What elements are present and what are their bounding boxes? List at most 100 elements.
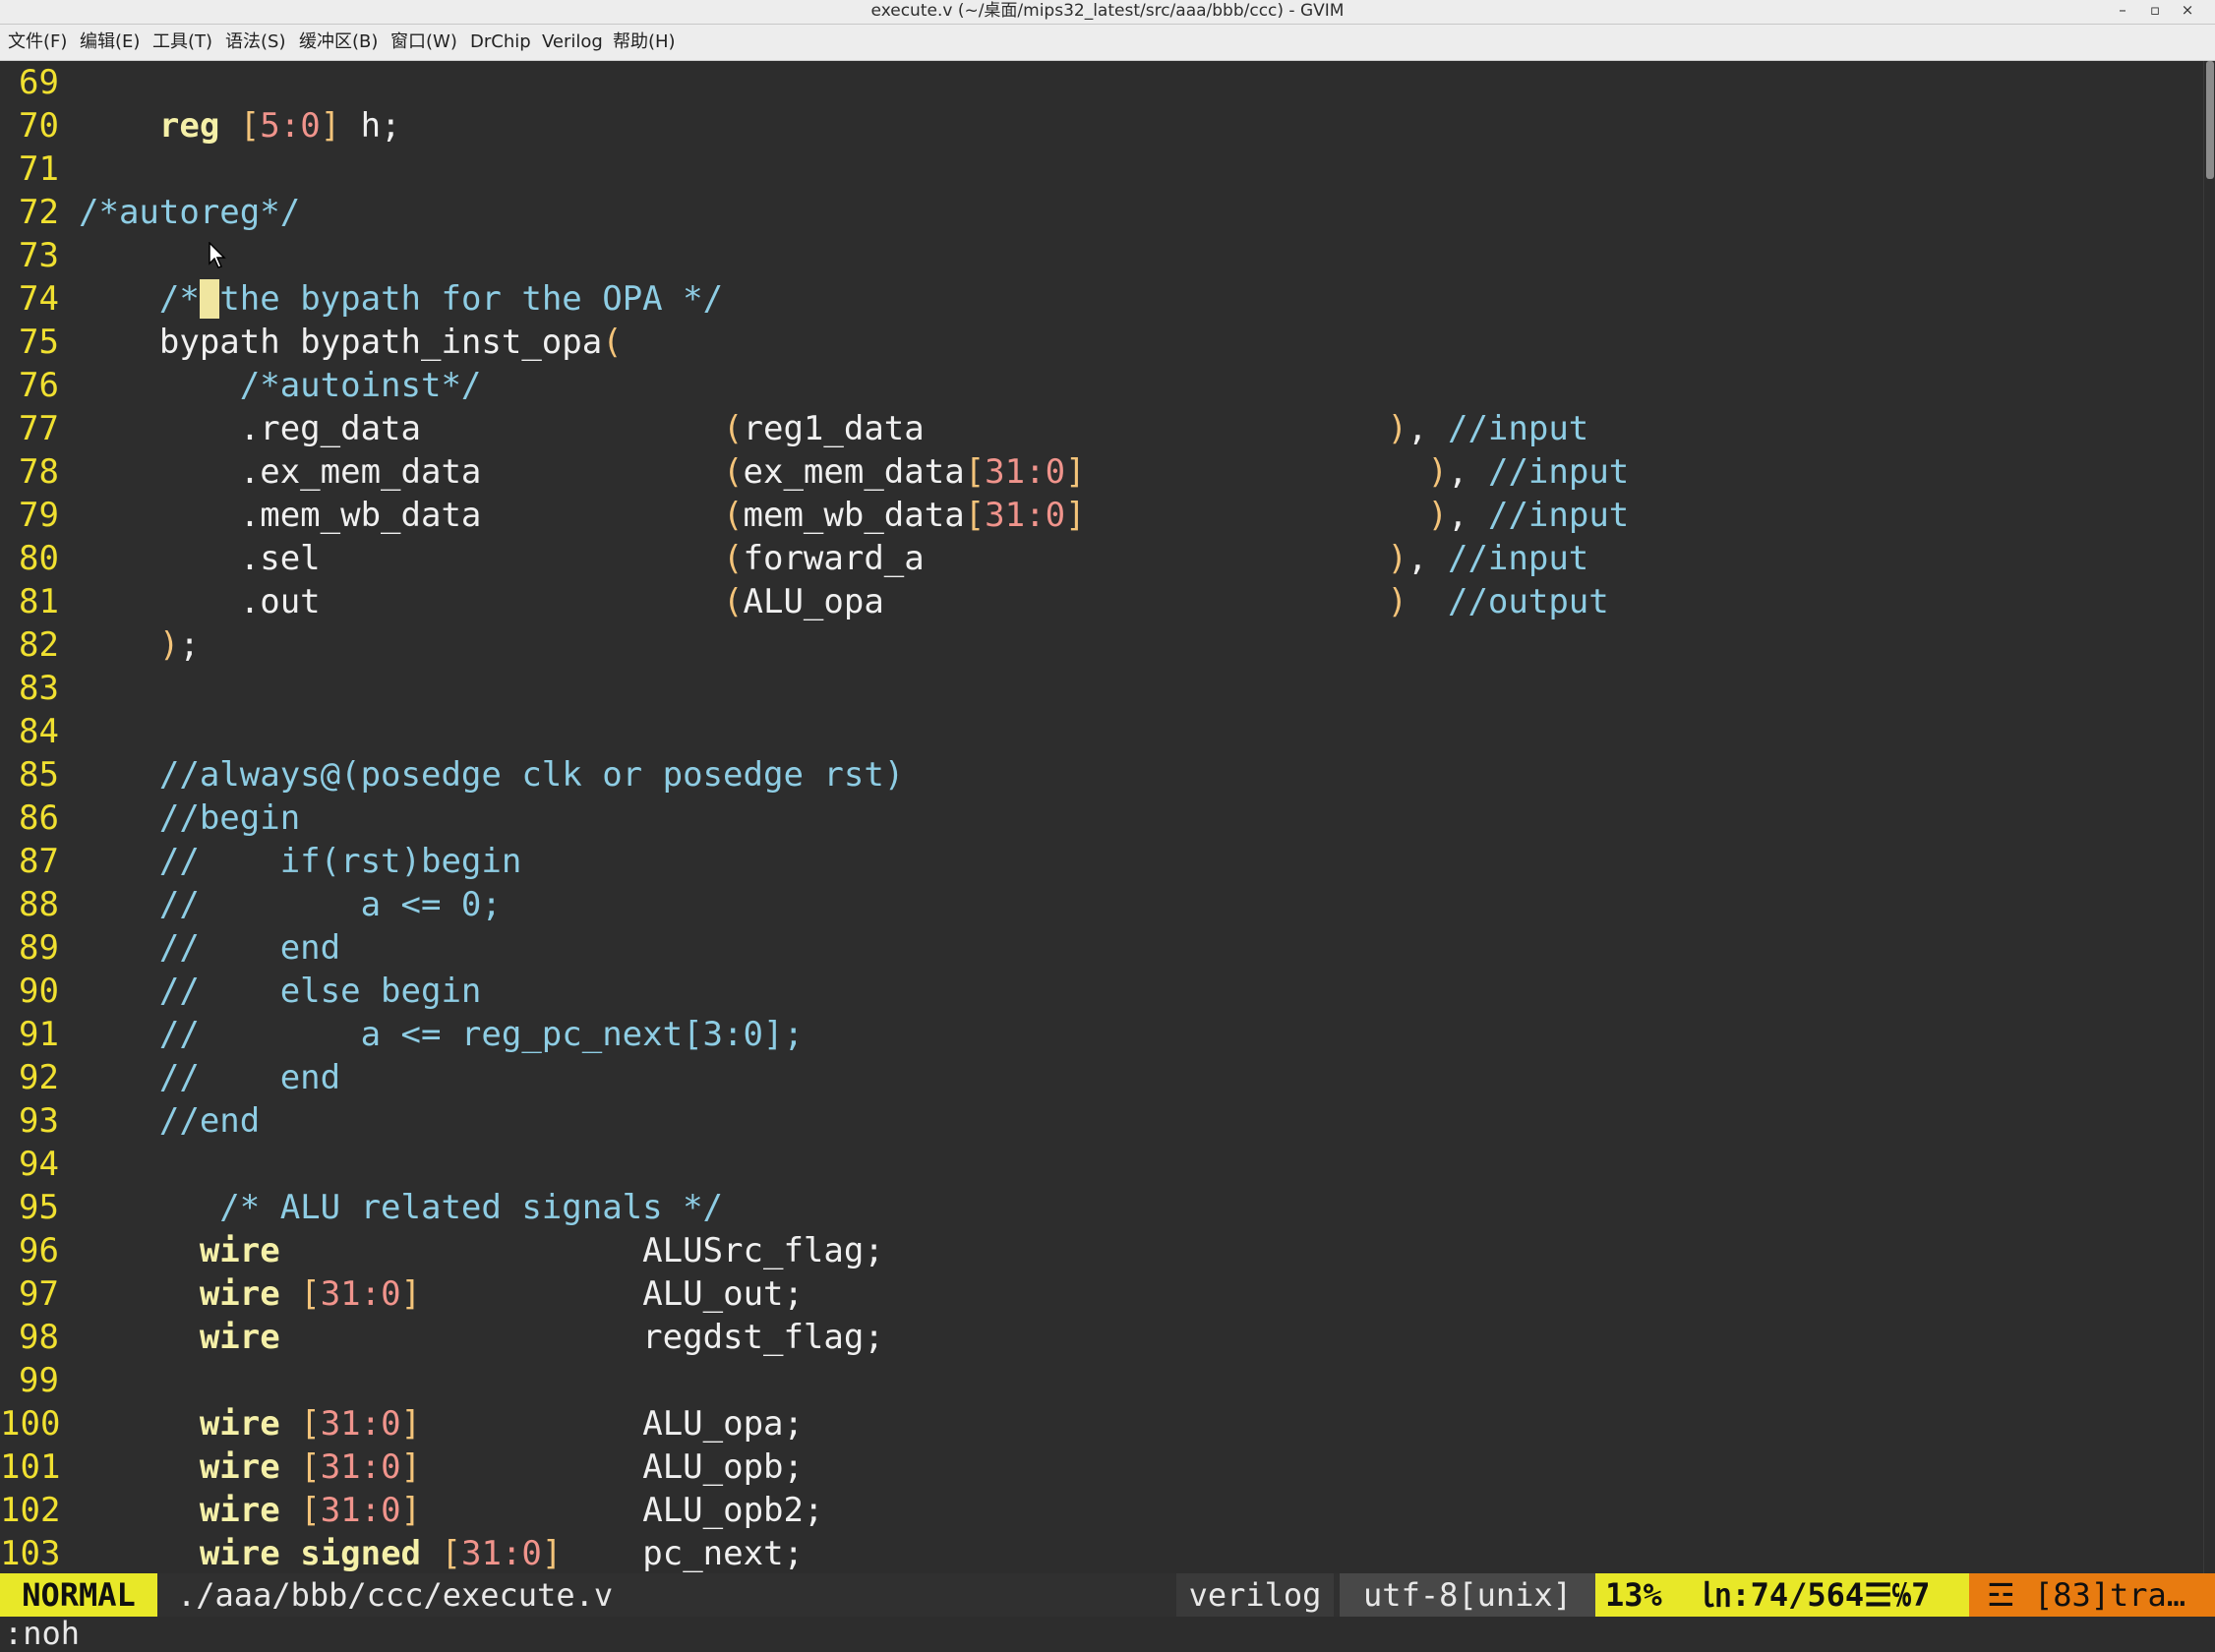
line-number: 98 [19, 1318, 59, 1357]
code-token: ALUSrc_flag; [279, 1231, 884, 1270]
code-token: reg1_data [743, 409, 1388, 448]
line-number: 96 [19, 1231, 59, 1270]
code-token: ] [400, 1447, 422, 1487]
status-line: NORMAL ./aaa/bbb/ccc/execute.v verilog u… [0, 1573, 2215, 1617]
file-path: ./aaa/bbb/ccc/execute.v [177, 1576, 614, 1614]
close-button[interactable]: × [2174, 0, 2201, 22]
code-token: pc_next; [562, 1534, 805, 1573]
menu-help[interactable]: 帮助(H) [613, 25, 676, 60]
code-token: /* ALU related signals */ [79, 1188, 724, 1227]
code-text: .ex_mem_data (ex_mem_data[31:0] ), //inp… [79, 450, 1630, 494]
menu-drchip[interactable]: DrChip [470, 25, 531, 60]
code-token: ALU_opa; [421, 1404, 804, 1444]
code-token: //begin [79, 798, 301, 838]
code-token: ( [723, 539, 744, 578]
minimize-button[interactable]: – [2109, 0, 2136, 22]
code-token: ( [723, 409, 744, 448]
code-token: ALU_opa [743, 582, 1388, 621]
code-text: wire [31:0] ALU_opb2; [79, 1489, 824, 1532]
code-token: ] [400, 1491, 422, 1530]
code-token: wire [199, 1404, 280, 1444]
code-token: //input [1487, 452, 1630, 492]
line-number: 81 [19, 582, 59, 621]
code-token: mem_wb_data [743, 496, 965, 535]
menu-window[interactable]: 窗口(W) [390, 25, 457, 60]
code-text: reg [5:0] h; [79, 104, 401, 148]
code-text: .reg_data (reg1_data ), //input [79, 407, 1589, 450]
code-token: /*autoinst*/ [79, 366, 482, 405]
code-token: , [1407, 409, 1448, 448]
code-token: ) [158, 625, 180, 665]
code-token: 31:0 [985, 452, 1066, 492]
code-token: .sel [79, 539, 724, 578]
code-token: [ [300, 1491, 321, 1530]
code-text: wire [31:0] ALU_out; [79, 1272, 804, 1316]
command-line[interactable]: :noh [0, 1617, 2215, 1651]
line-number: 99 [19, 1361, 59, 1400]
vertical-scrollbar[interactable] [2203, 61, 2215, 1573]
line-number: 80 [19, 539, 59, 578]
code-text: .out (ALU_opa ) //output [79, 580, 1609, 623]
editor-text-area[interactable]: 69 70 reg [5:0] h; 71 72 /*autoreg*/ 73 74 /* … [0, 61, 2203, 1573]
code-text: wire signed [31:0] pc_next; [79, 1532, 804, 1573]
code-text: /*autoreg*/ [79, 191, 300, 234]
code-token: ex_mem_data [743, 452, 965, 492]
scrollbar-thumb[interactable] [2206, 61, 2214, 179]
cursor-position: 13% ㏑:74/564☰℅7 [1595, 1573, 1969, 1617]
code-token: ) [1427, 496, 1449, 535]
code-text: wire [31:0] ALU_opb; [79, 1446, 804, 1489]
menu-verilog[interactable]: Verilog [542, 25, 603, 60]
code-text: .mem_wb_data (mem_wb_data[31:0] ), //inp… [79, 494, 1630, 537]
menu-edit[interactable]: 编辑(E) [80, 25, 140, 60]
window-title: execute.v (~/桌面/mips32_latest/src/aaa/bb… [870, 1, 1345, 21]
line-number: 89 [19, 928, 59, 968]
menu-buffers[interactable]: 缓冲区(B) [299, 25, 378, 60]
code-text: wire ALUSrc_flag; [79, 1229, 884, 1272]
code-token: , [1407, 539, 1448, 578]
line-number: 83 [19, 669, 59, 708]
code-token: // end [79, 928, 341, 968]
code-token: //input [1487, 496, 1630, 535]
window-titlebar: execute.v (~/桌面/mips32_latest/src/aaa/bb… [0, 0, 2215, 25]
maximize-button[interactable]: ▫ [2141, 0, 2169, 22]
code-token: ) [1387, 409, 1408, 448]
code-token: bypath bypath_inst_opa [79, 323, 603, 362]
code-token: ALU_opb; [421, 1447, 804, 1487]
code-token: ) [1387, 582, 1408, 621]
code-token: [ [964, 496, 986, 535]
code-text: /*autoinst*/ [79, 364, 482, 407]
code-token: ] [400, 1404, 422, 1444]
code-token: 31:0 [985, 496, 1066, 535]
code-token: wire [199, 1318, 280, 1357]
line-number: 95 [19, 1188, 59, 1227]
menu-tools[interactable]: 工具(T) [152, 25, 212, 60]
menu-file[interactable]: 文件(F) [8, 25, 67, 60]
code-token: .ex_mem_data [79, 452, 724, 492]
code-token: ALU_opb2; [421, 1491, 824, 1530]
code-token: ALU_out; [421, 1274, 804, 1314]
code-token: // a <= 0; [79, 885, 502, 924]
menu-syntax[interactable]: 语法(S) [225, 25, 285, 60]
encoding-indicator: utf-8[unix] [1340, 1573, 1595, 1617]
code-token: [ [300, 1274, 321, 1314]
code-token: wire [199, 1534, 280, 1573]
code-token: signed [300, 1534, 422, 1573]
code-text: ); [79, 623, 200, 667]
code-text: // a <= reg_pc_next[3:0]; [79, 1013, 804, 1056]
code-token: ] [320, 106, 341, 146]
code-token: //end [79, 1101, 261, 1141]
line-number: 72 [19, 193, 59, 232]
cursor-position-text: 13% ㏑:74/564☰℅7 [1605, 1576, 1931, 1614]
code-token: ( [723, 582, 744, 621]
code-token: 31:0 [320, 1404, 401, 1444]
line-number: 86 [19, 798, 59, 838]
